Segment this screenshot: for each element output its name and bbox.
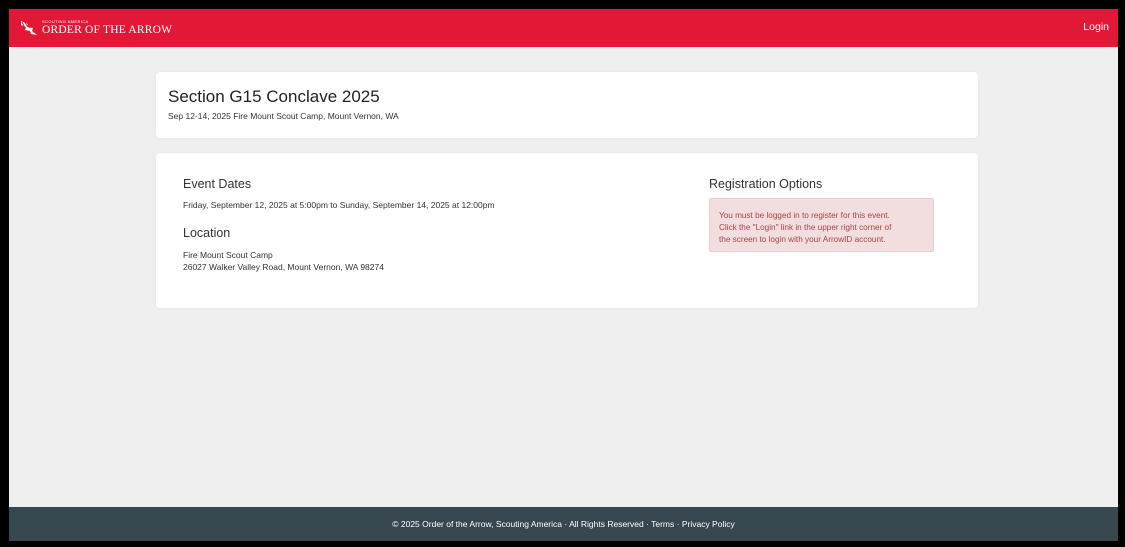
login-required-alert: You must be logged in to register for th…: [709, 198, 934, 252]
alert-line-1: You must be logged in to register for th…: [719, 211, 890, 220]
registration-heading: Registration Options: [709, 177, 823, 191]
brand-logo-link[interactable]: SCOUTING AMERICA ORDER OF THE ARROW: [19, 16, 172, 40]
alert-line-3: the screen to login with your ArrowID ac…: [719, 235, 886, 244]
brand-name: ORDER OF THE ARROW: [42, 23, 173, 36]
page-frame: SCOUTING AMERICA ORDER OF THE ARROW Logi…: [9, 9, 1118, 541]
site-footer: © 2025 Order of the Arrow, Scouting Amer…: [9, 507, 1118, 541]
footer-copyright: © 2025 Order of the Arrow, Scouting Amer…: [392, 519, 652, 529]
login-link[interactable]: Login: [1083, 21, 1109, 33]
event-subtitle: Sep 12-14, 2025 Fire Mount Scout Camp, M…: [168, 111, 399, 121]
top-navbar: SCOUTING AMERICA ORDER OF THE ARROW Logi…: [9, 9, 1118, 47]
page-title: Section G15 Conclave 2025: [168, 87, 380, 106]
location-name: Fire Mount Scout Camp: [183, 250, 273, 260]
footer-separator: ·: [674, 519, 682, 529]
event-dates-text: Friday, September 12, 2025 at 5:00pm to …: [183, 200, 495, 210]
privacy-policy-link[interactable]: Privacy Policy: [682, 519, 735, 529]
event-details-card: Event Dates Friday, September 12, 2025 a…: [156, 153, 978, 308]
event-dates-heading: Event Dates: [183, 177, 252, 191]
arrow-logo-icon: [21, 20, 37, 35]
location-heading: Location: [183, 226, 231, 240]
event-header-card: Section G15 Conclave 2025 Sep 12-14, 202…: [156, 72, 978, 138]
terms-link[interactable]: Terms: [651, 519, 674, 529]
location-address: 26027 Walker Valley Road, Mount Vernon, …: [183, 262, 384, 272]
alert-line-2: Click the "Login" link in the upper righ…: [719, 223, 892, 232]
